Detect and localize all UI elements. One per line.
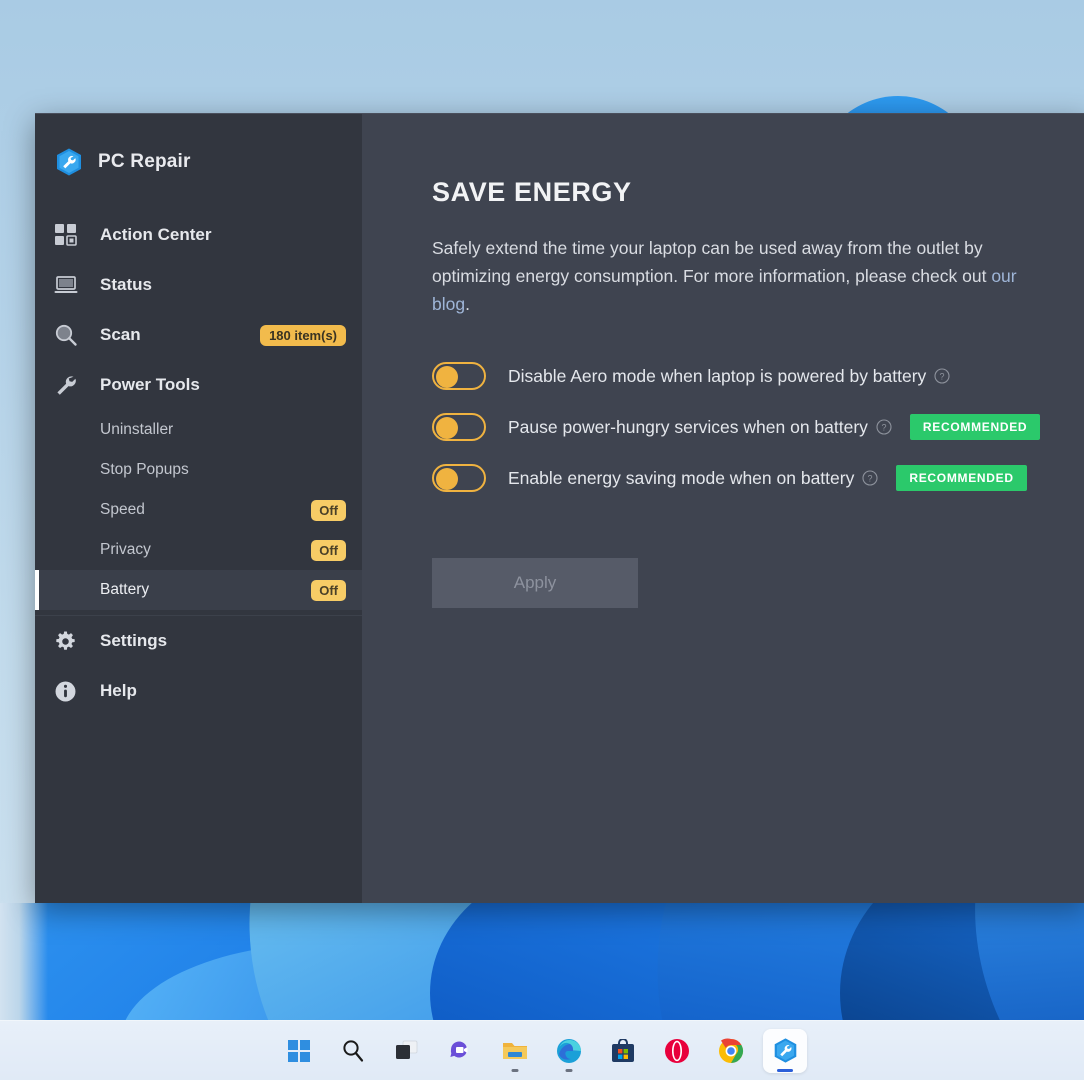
running-indicator	[511, 1068, 519, 1072]
toggle-disable-aero-mode[interactable]	[432, 362, 486, 390]
toggle-knob	[436, 366, 458, 388]
apply-button[interactable]: Apply	[432, 558, 638, 608]
speed-status-badge: Off	[311, 499, 346, 521]
edge-icon[interactable]	[547, 1029, 591, 1073]
privacy-status-badge: Off	[311, 539, 346, 561]
opera-icon[interactable]	[655, 1029, 699, 1073]
sidebar-nav: Action Center Status Scan 180 item(s) Po…	[35, 210, 362, 716]
wrench-icon	[54, 372, 86, 398]
sidebar: PC Repair Action Center Status Scan 180 …	[35, 114, 362, 903]
sidebar-item-label: Settings	[100, 631, 168, 650]
laptop-icon	[54, 272, 86, 298]
sidebar-subitem-uninstaller[interactable]: Uninstaller	[35, 410, 362, 450]
desktop: PC Repair Action Center Status Scan 180 …	[0, 0, 1084, 1080]
sidebar-item-power-tools[interactable]: Power Tools	[35, 360, 362, 410]
question-circle-icon[interactable]: ?	[876, 419, 892, 435]
option-row: Disable Aero mode when laptop is powered…	[432, 360, 1084, 392]
app-title: PC Repair	[98, 151, 191, 172]
option-row: Enable energy saving mode when on batter…	[432, 462, 1084, 494]
active-indicator	[777, 1068, 793, 1072]
sidebar-subitem-label: Stop Popups	[100, 461, 189, 478]
sidebar-item-label: Status	[100, 275, 152, 294]
toggle-knob	[436, 417, 458, 439]
main-content: SAVE ENERGY Safely extend the time your …	[362, 114, 1084, 903]
chat-icon[interactable]	[439, 1029, 483, 1073]
description-text-end: .	[465, 294, 470, 314]
sidebar-item-label: Power Tools	[100, 375, 200, 394]
selection-indicator	[35, 570, 39, 610]
wallpaper-edge-fade	[0, 903, 48, 1020]
sidebar-item-action-center[interactable]: Action Center	[35, 210, 362, 260]
sidebar-item-label: Help	[100, 681, 137, 700]
option-label: Enable energy saving mode when on batter…	[508, 467, 855, 488]
option-label: Disable Aero mode when laptop is powered…	[508, 365, 927, 386]
grid-squares-icon	[54, 222, 86, 248]
sidebar-subitem-stop-popups[interactable]: Stop Popups	[35, 450, 362, 490]
file-explorer-icon[interactable]	[493, 1029, 537, 1073]
app-brand: PC Repair	[35, 114, 362, 188]
chrome-icon[interactable]	[709, 1029, 753, 1073]
sidebar-subitem-label: Privacy	[100, 541, 151, 558]
wrench-hexagon-logo-icon	[54, 147, 84, 177]
sidebar-subitem-label: Uninstaller	[100, 421, 174, 438]
toggle-enable-energy-saving-mode[interactable]	[432, 464, 486, 492]
option-label: Pause power-hungry services when on batt…	[508, 416, 868, 437]
sidebar-subitem-label: Speed	[100, 501, 145, 518]
wallpaper	[0, 903, 1084, 1020]
sidebar-subitem-battery[interactable]: Battery Off	[35, 570, 362, 610]
start-icon[interactable]	[277, 1029, 321, 1073]
svg-text:?: ?	[868, 473, 873, 483]
sidebar-subitem-label: Battery	[100, 581, 150, 598]
sidebar-item-help[interactable]: Help	[35, 666, 362, 716]
pc-repair-window: PC Repair Action Center Status Scan 180 …	[35, 113, 1084, 903]
page-title: SAVE ENERGY	[432, 177, 632, 207]
battery-status-badge: Off	[311, 579, 346, 601]
sidebar-item-status[interactable]: Status	[35, 260, 362, 310]
svg-text:?: ?	[940, 371, 945, 381]
search-icon[interactable]	[331, 1029, 375, 1073]
magnifier-icon	[54, 322, 86, 348]
sidebar-item-label: Scan	[100, 325, 141, 344]
scan-count-badge: 180 item(s)	[260, 324, 346, 346]
pc-repair-icon[interactable]	[763, 1028, 807, 1073]
microsoft-store-icon[interactable]	[601, 1029, 645, 1073]
sidebar-item-label: Action Center	[100, 225, 212, 244]
question-circle-icon[interactable]: ?	[862, 470, 878, 486]
option-row: Pause power-hungry services when on batt…	[432, 411, 1084, 443]
sidebar-item-scan[interactable]: Scan 180 item(s)	[35, 310, 362, 360]
sidebar-subitem-speed[interactable]: Speed Off	[35, 490, 362, 530]
running-indicator	[565, 1068, 573, 1072]
sidebar-subitem-privacy[interactable]: Privacy Off	[35, 530, 362, 570]
task-view-icon[interactable]	[385, 1029, 429, 1073]
taskbar	[0, 1020, 1084, 1080]
page-description: Safely extend the time your laptop can b…	[432, 234, 1052, 318]
info-circle-icon	[54, 678, 86, 704]
svg-text:?: ?	[881, 422, 886, 432]
sidebar-item-settings[interactable]: Settings	[35, 616, 362, 666]
toggle-knob	[436, 468, 458, 490]
recommended-badge: RECOMMENDED	[909, 414, 1041, 440]
gear-icon	[54, 628, 86, 654]
toggle-pause-power-hungry-services[interactable]	[432, 413, 486, 441]
question-circle-icon[interactable]: ?	[934, 368, 950, 384]
description-text-start: Safely extend the time your laptop can b…	[432, 238, 992, 286]
recommended-badge: RECOMMENDED	[896, 465, 1027, 491]
